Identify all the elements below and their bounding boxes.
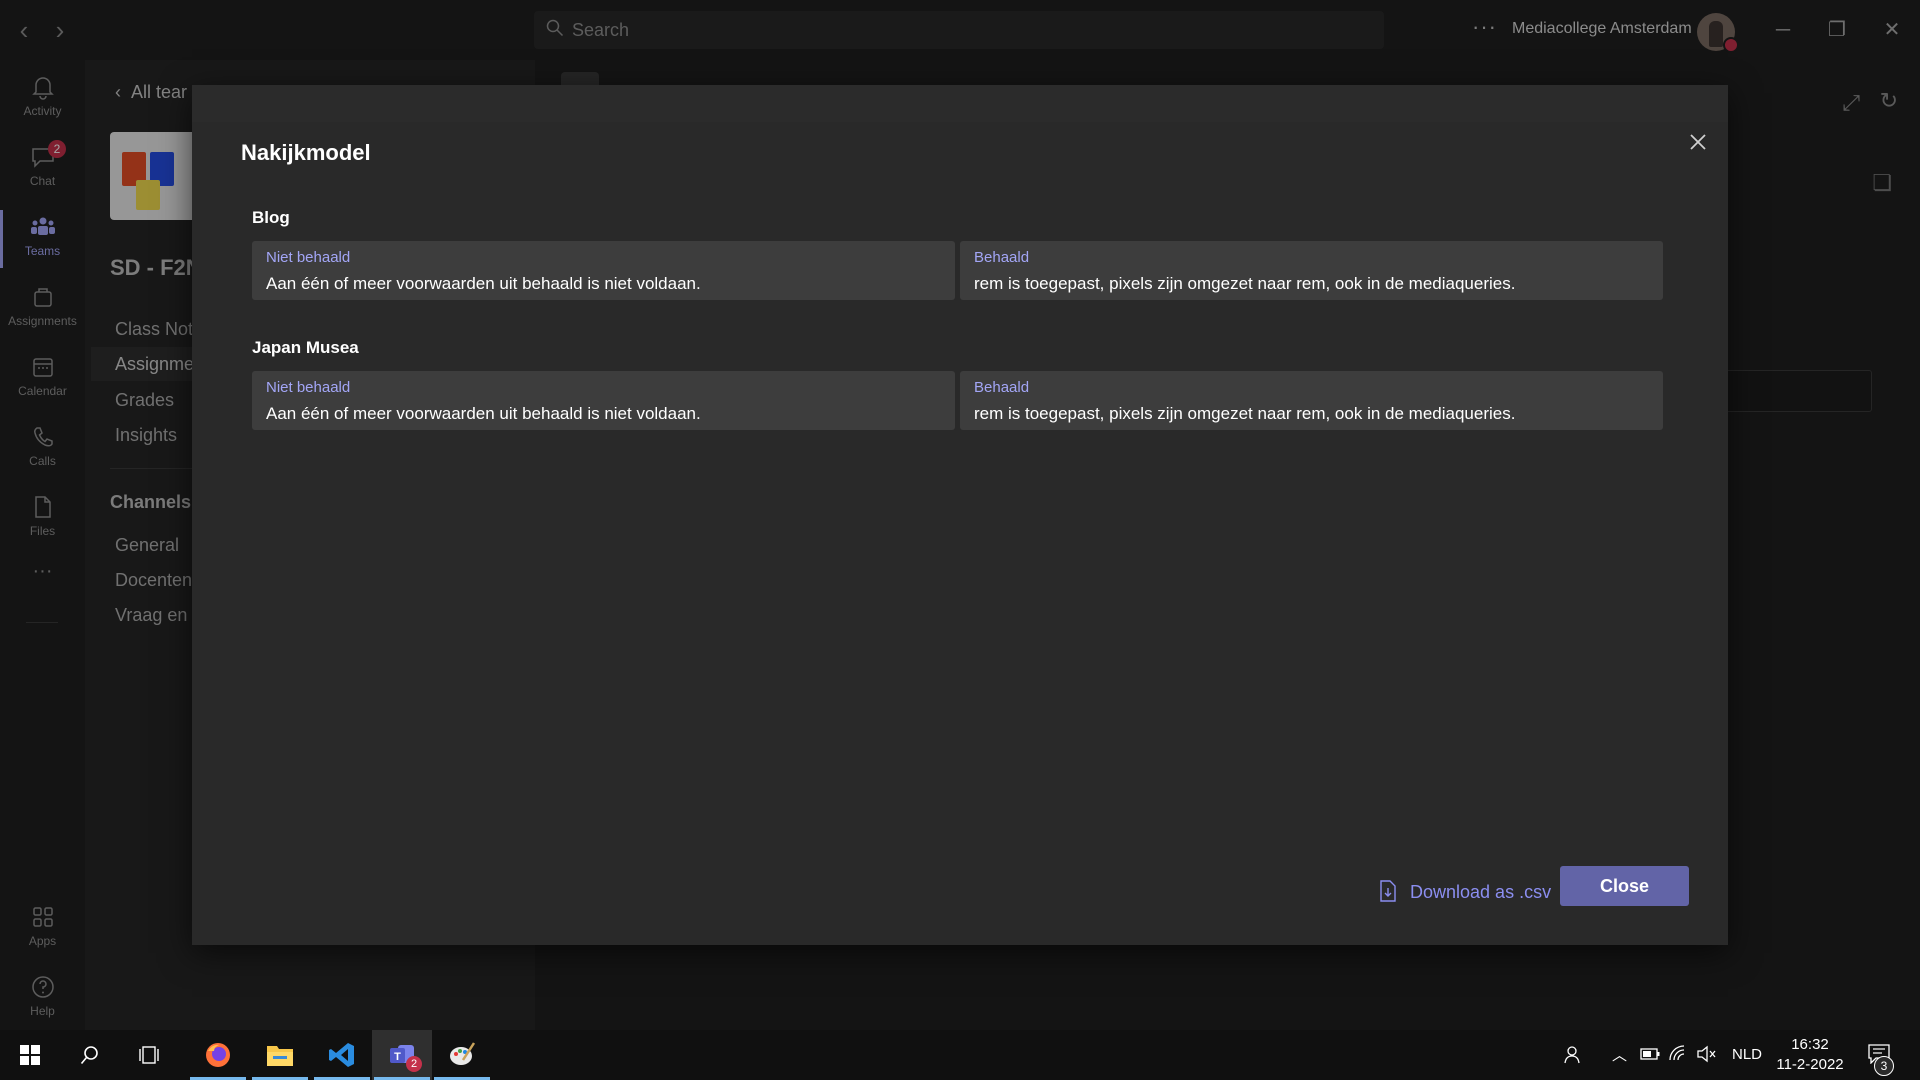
criterion-title-blog: Blog (252, 208, 290, 227)
taskbar-vscode[interactable] (312, 1030, 372, 1080)
start-button[interactable] (0, 1030, 60, 1080)
criterion-level-card: Behaald rem is toegepast, pixels zijn om… (960, 241, 1663, 300)
chevron-up-icon[interactable]: ︿ (1612, 1044, 1627, 1065)
paint-icon (450, 1042, 476, 1065)
windows-icon (20, 1045, 40, 1065)
download-csv-label: Download as .csv (1410, 882, 1552, 902)
taskbar-search-button[interactable] (60, 1030, 120, 1080)
rubric-dialog: Nakijkmodel Blog Niet behaald Aan één of… (192, 122, 1728, 945)
level-description: Aan één of meer voorwaarden uit behaald … (266, 404, 701, 423)
task-view-button[interactable] (120, 1030, 180, 1080)
taskbar-firefox[interactable] (188, 1030, 248, 1080)
level-name: Niet behaald (266, 379, 351, 396)
criterion-title-japan-musea: Japan Musea (252, 338, 359, 357)
level-name: Niet behaald (266, 249, 351, 266)
taskbar-file-explorer[interactable] (250, 1030, 310, 1080)
taskbar-paint[interactable] (432, 1030, 492, 1080)
level-description: Aan één of meer voorwaarden uit behaald … (266, 274, 701, 293)
task-view-icon (139, 1046, 159, 1064)
level-description: rem is toegepast, pixels zijn omgezet na… (974, 404, 1516, 423)
search-icon (80, 1046, 98, 1065)
notification-count: 3 (1874, 1056, 1894, 1076)
svg-text:T: T (394, 1051, 401, 1063)
clock[interactable]: 16:32 11-2-2022 (1772, 1035, 1848, 1075)
wifi-icon[interactable] (1668, 1044, 1688, 1064)
people-icon[interactable] (1564, 1045, 1584, 1065)
level-name: Behaald (974, 379, 1030, 396)
vscode-icon (329, 1043, 354, 1067)
criterion-level-card: Niet behaald Aan één of meer voorwaarden… (252, 371, 955, 430)
criterion-level-card: Behaald rem is toegepast, pixels zijn om… (960, 371, 1663, 430)
teams-taskbar-badge: 2 (406, 1056, 422, 1072)
language-indicator[interactable]: NLD (1732, 1046, 1762, 1063)
folder-icon (267, 1046, 293, 1066)
level-name: Behaald (974, 249, 1030, 266)
battery-icon[interactable] (1640, 1047, 1660, 1061)
volume-muted-icon[interactable] (1696, 1045, 1716, 1063)
file-download-icon (1380, 880, 1396, 902)
firefox-icon (206, 1043, 230, 1067)
clock-time: 16:32 (1791, 1036, 1829, 1053)
dialog-title: Nakijkmodel (241, 140, 371, 165)
close-button[interactable]: Close (1560, 866, 1689, 906)
close-icon[interactable] (1678, 122, 1718, 162)
level-description: rem is toegepast, pixels zijn omgezet na… (974, 274, 1516, 293)
clock-date: 11-2-2022 (1776, 1056, 1844, 1073)
taskbar-teams[interactable]: T 2 (372, 1030, 432, 1080)
criterion-level-card: Niet behaald Aan één of meer voorwaarden… (252, 241, 955, 300)
taskbar: T 2 ︿ NLD 16:32 11-2-2022 3 (0, 1030, 1920, 1080)
